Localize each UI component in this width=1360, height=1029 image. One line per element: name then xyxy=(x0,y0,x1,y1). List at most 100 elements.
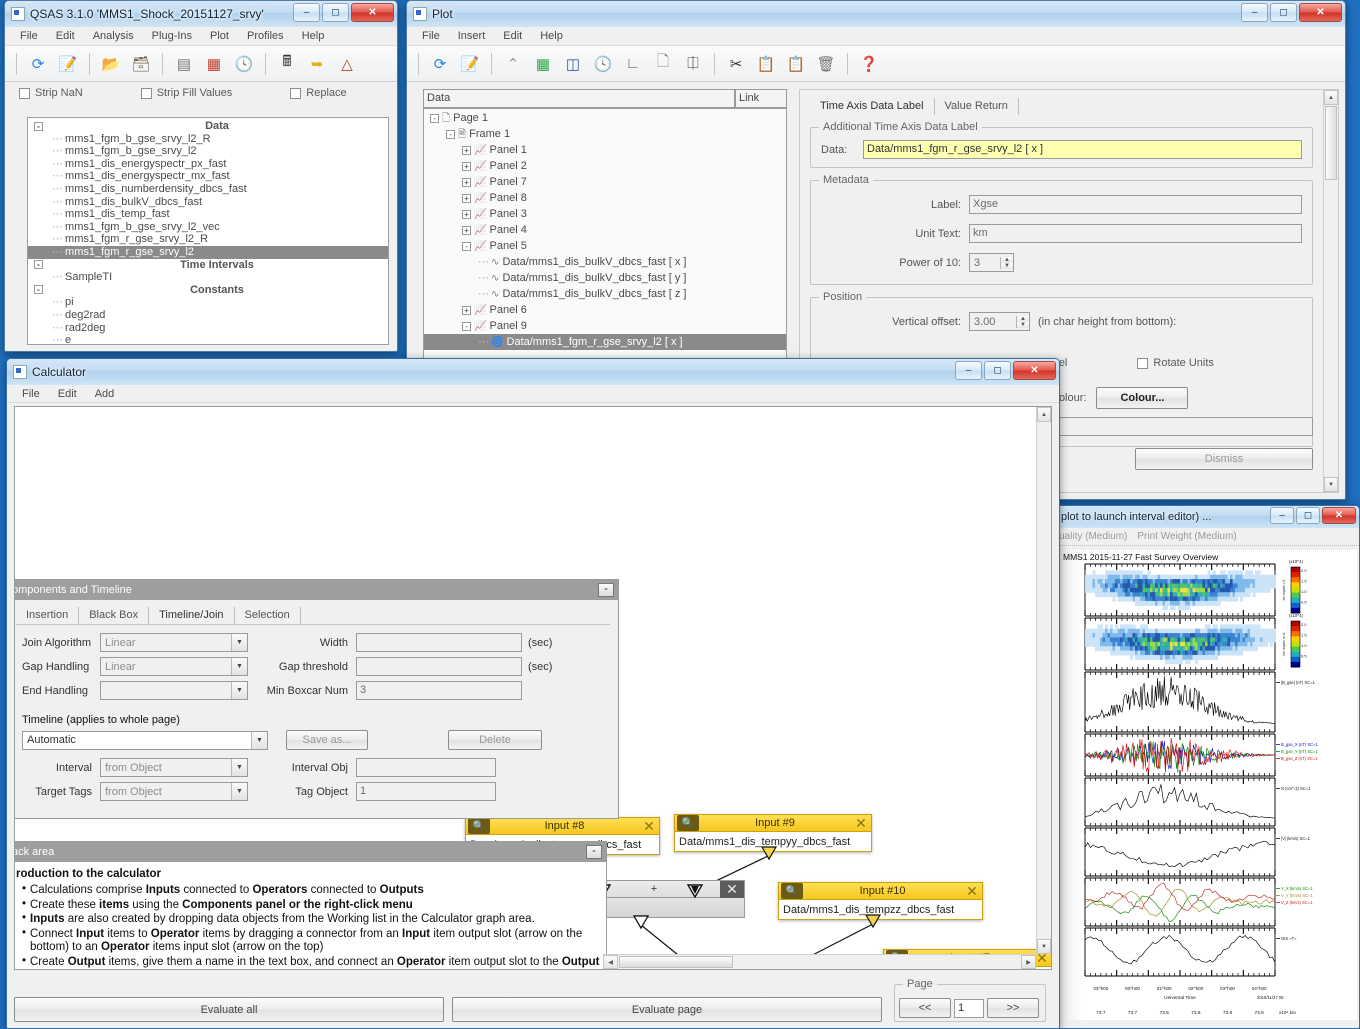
scroll-right-icon[interactable]: ▶ xyxy=(1021,955,1036,969)
dismiss-button[interactable]: Dismiss xyxy=(1135,448,1313,470)
replace-checkbox[interactable]: Replace xyxy=(290,87,347,99)
target-tags-select[interactable]: from Object ▼ xyxy=(100,782,248,801)
tree-item[interactable]: ⋯ mms1_dis_energyspectr_px_fast xyxy=(28,158,388,171)
tree-item[interactable]: ⋯ mms1_fgm_b_gse_srvy_l2_R xyxy=(28,133,388,146)
expander-icon[interactable]: + xyxy=(462,145,471,155)
qsas-menu-help[interactable]: Help xyxy=(293,28,334,44)
qsas-toolbar[interactable]: ⟳ 📝 📂 🗃 ▤ ▦ 🕓 🖩 ➥ △ xyxy=(5,46,397,82)
plot-tree-item[interactable]: - 📈 Panel 9 xyxy=(424,318,786,334)
scroll-down-icon[interactable]: ▼ xyxy=(1037,939,1051,954)
page-prev-button[interactable]: << xyxy=(899,998,951,1018)
plot-menu-file[interactable]: File xyxy=(413,28,449,44)
magnifier-icon[interactable]: 🔍 xyxy=(781,883,803,899)
power-of-10-spinner[interactable]: 3 ▲ ▼ xyxy=(969,253,1014,272)
calculator-window[interactable]: Calculator – ◻ ✕ File Edit Add 🔍 Input #… xyxy=(6,358,1060,1029)
expander-icon[interactable]: - xyxy=(34,121,43,131)
edit-note-icon[interactable]: 📝 xyxy=(458,52,482,76)
help-icon[interactable]: ❓ xyxy=(857,52,881,76)
plot-view-titlebar[interactable]: plot to launch interval editor) ... – ◻ … xyxy=(1055,506,1359,528)
tab-time-axis-data-label[interactable]: Time Axis Data Label xyxy=(810,98,935,115)
components-collapse-button[interactable]: - xyxy=(598,583,614,597)
close-icon[interactable]: ✕ xyxy=(851,815,871,832)
tree-item[interactable]: ⋯ mms1_dis_energyspectr_mx_fast xyxy=(28,170,388,183)
tab-selection[interactable]: Selection xyxy=(235,607,301,624)
tree-item[interactable]: ⋯ SampleTI xyxy=(28,271,388,284)
node-input-10[interactable]: 🔍 Input #10 ✕ Data/mms1_dis_tempzz_dbcs_… xyxy=(778,882,983,920)
dismiss-row[interactable]: Dismiss xyxy=(1135,448,1313,470)
plot-view-toolbar[interactable]: uality (Medium) Print Weight (Medium) xyxy=(1055,528,1359,546)
calculator-menubar[interactable]: File Edit Add xyxy=(7,385,1059,403)
tree-item[interactable]: ⋯ pi xyxy=(28,296,388,309)
evaluate-all-button[interactable]: Evaluate all xyxy=(14,997,444,1022)
colour-button[interactable]: Colour... xyxy=(1096,387,1189,409)
plot-menu-insert[interactable]: Insert xyxy=(449,28,495,44)
copy-icon[interactable]: 📋 xyxy=(754,52,778,76)
scroll-down-icon[interactable]: ▼ xyxy=(1324,477,1338,492)
calculator-menu-add[interactable]: Add xyxy=(86,386,124,402)
clock-icon[interactable]: 🕓 xyxy=(591,52,615,76)
tab-insertion[interactable]: Insertion xyxy=(16,607,80,624)
cut-icon[interactable]: ✂ xyxy=(724,52,748,76)
interval-select[interactable]: from Object ▼ xyxy=(100,758,248,777)
delete-button[interactable]: Delete xyxy=(448,730,542,750)
delete-icon[interactable]: 🗑 xyxy=(814,52,838,76)
qsas-menu-profiles[interactable]: Profiles xyxy=(238,28,293,44)
feedback-area-panel[interactable]: ack area - roduction to the calculator C… xyxy=(15,841,607,969)
spin-down-icon[interactable]: ▼ xyxy=(1017,321,1029,328)
plot-menubar[interactable]: File Insert Edit Help xyxy=(407,27,1345,46)
plot-tree-item[interactable]: + 📈 Panel 2 xyxy=(424,158,786,174)
chevron-down-icon[interactable]: ▼ xyxy=(231,783,247,800)
strip-nan-checkbox[interactable]: Strip NaN xyxy=(19,87,83,99)
rotate-units-box[interactable] xyxy=(1137,357,1149,369)
tree-group-header[interactable]: - Data xyxy=(28,120,388,133)
refresh-icon[interactable]: ⟳ xyxy=(26,52,50,76)
qsas-menu-analysis[interactable]: Analysis xyxy=(84,28,143,44)
close-icon[interactable]: ✕ xyxy=(962,883,982,900)
plot-view-maximize-button[interactable]: ◻ xyxy=(1296,507,1320,524)
timeline-icon[interactable]: ∟ xyxy=(621,52,645,76)
page-number-input[interactable]: 1 xyxy=(954,999,984,1018)
expander-icon[interactable]: - xyxy=(462,321,471,331)
plot-tree-item[interactable]: + 📈 Panel 3 xyxy=(424,206,786,222)
tree-item[interactable]: ⋯ mms1_fgm_b_gse_srvy_l2_vec xyxy=(28,221,388,234)
power-of-10-value[interactable]: 3 xyxy=(970,257,1000,269)
unit-text-field-input[interactable]: km xyxy=(969,224,1302,243)
plot-view-close-button[interactable]: ✕ xyxy=(1322,507,1356,524)
expander-icon[interactable]: - xyxy=(446,129,455,139)
tab-timeline-join[interactable]: Timeline/Join xyxy=(149,607,235,624)
expander-icon[interactable]: + xyxy=(462,225,471,235)
calculator-menu-file[interactable]: File xyxy=(13,386,49,402)
evaluate-page-button[interactable]: Evaluate page xyxy=(452,997,882,1022)
label-field-input[interactable]: Xgse xyxy=(969,195,1302,214)
magnifier-icon[interactable]: 🔍 xyxy=(677,815,699,831)
plot-tree-item[interactable]: - 🗋 Page 1 xyxy=(424,110,786,126)
tree-item[interactable]: ⋯ mms1_fgm_b_gse_srvy_l2 xyxy=(28,145,388,158)
interval-obj-input[interactable] xyxy=(356,758,496,777)
plot-tree-item[interactable]: + 📈 Panel 1 xyxy=(424,142,786,158)
plot-toolbar[interactable]: ⟳ 📝 ⌃ ▦ ◫ 🕓 ∟ 🗋 ⎅ ✂ 📋 📋 🗑 ❓ xyxy=(407,46,1345,82)
paste-icon[interactable]: 📋 xyxy=(784,52,808,76)
plot-menu-edit[interactable]: Edit xyxy=(494,28,531,44)
timeline-join-form[interactable]: Join Algorithm Linear ▼ Width (sec) Gap … xyxy=(15,625,618,801)
chevron-down-icon[interactable]: ▼ xyxy=(231,682,247,699)
scroll-left-icon[interactable]: ◀ xyxy=(603,955,618,969)
calculator-menu-edit[interactable]: Edit xyxy=(49,386,86,402)
scroll-thumb[interactable] xyxy=(1325,106,1337,180)
tree-item[interactable]: ⋯ deg2rad xyxy=(28,309,388,322)
scroll-up-icon[interactable]: ▲ xyxy=(1324,90,1338,105)
join-algorithm-select[interactable]: Linear ▼ xyxy=(100,633,248,652)
tree-item[interactable]: ⋯ mms1_fgm_r_gse_srvy_l2 xyxy=(28,245,388,259)
scroll-up-icon[interactable]: ▲ xyxy=(1037,407,1051,422)
page-icon[interactable]: 🗋 xyxy=(651,52,675,76)
replace-box[interactable] xyxy=(290,87,302,99)
tree-item[interactable]: ⋯ mms1_dis_temp_fast xyxy=(28,208,388,221)
qsas-minimize-button[interactable]: – xyxy=(293,3,320,22)
node-value[interactable]: Data/mms1_dis_tempyy_dbcs_fast xyxy=(674,832,872,852)
gap-threshold-input[interactable] xyxy=(356,657,522,676)
spectrogram-icon[interactable]: ▦ xyxy=(531,52,555,76)
plot-tree-item[interactable]: + 📈 Panel 8 xyxy=(424,190,786,206)
tree-item[interactable]: ⋯ mms1_fgm_r_gse_srvy_l2_R xyxy=(28,233,388,246)
chevron-down-icon[interactable]: ▼ xyxy=(251,731,267,749)
plot-properties-scrollbar[interactable]: ▲ ▼ xyxy=(1323,90,1338,492)
expander-icon[interactable]: - xyxy=(462,241,471,251)
